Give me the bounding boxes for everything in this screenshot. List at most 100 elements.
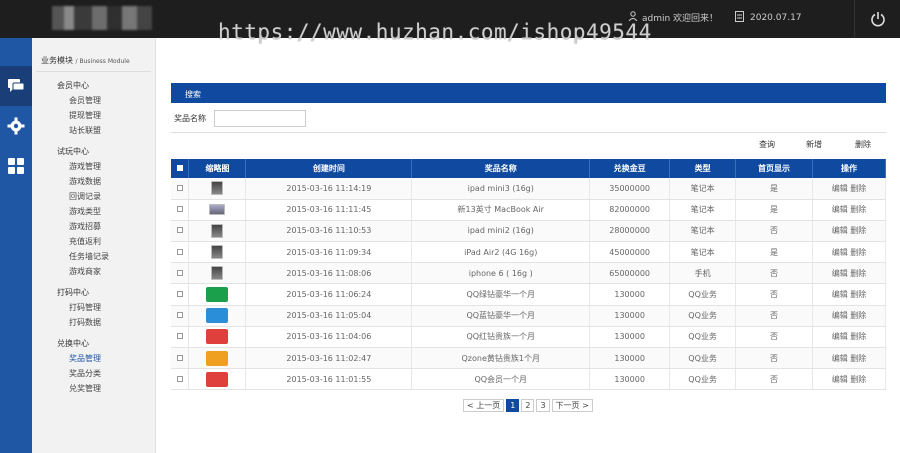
time-cell: 2015-03-16 11:06:24 (245, 283, 413, 306)
row-checkbox[interactable] (171, 368, 190, 391)
type-cell: 笔记本 (669, 178, 737, 200)
sidebar-item[interactable]: 游戏数据 (57, 174, 155, 189)
sidebar-item[interactable]: 回调记录 (57, 189, 155, 204)
type-cell: QQ业务 (669, 305, 737, 327)
type-cell: QQ业务 (669, 347, 737, 370)
action-cell[interactable]: 编辑 删除 (812, 305, 887, 327)
sidebar-item[interactable]: 奖品管理 (57, 351, 155, 366)
row-checkbox[interactable] (171, 262, 190, 285)
icon-bar (0, 38, 32, 453)
beans-cell: 65000000 (589, 262, 671, 285)
prev-page-button[interactable]: < 上一页 (463, 399, 505, 412)
nav-business-button[interactable] (0, 66, 32, 106)
action-cell[interactable]: 编辑 删除 (812, 368, 887, 391)
thumb-cell (188, 199, 247, 221)
grid-icon (8, 158, 24, 174)
row-checkbox[interactable] (171, 199, 190, 221)
watermark: https://www.huzhan.com/ishop49544 (218, 20, 652, 44)
select-all-checkbox[interactable] (171, 159, 190, 178)
table-row: 2015-03-16 11:01:55 QQ会员一个月 130000 QQ业务 … (171, 368, 887, 391)
name-cell: ipad mini2 (16g) (411, 220, 591, 243)
action-cell[interactable]: 编辑 删除 (812, 178, 887, 200)
sidebar-group-label[interactable]: 试玩中心 (57, 145, 155, 159)
nav-settings-button[interactable] (0, 106, 32, 146)
show-cell: 否 (735, 283, 813, 306)
sidebar-item[interactable]: 游戏商家 (57, 264, 155, 279)
sidebar-item[interactable]: 游戏管理 (57, 159, 155, 174)
thumbnail (211, 245, 224, 260)
sidebar-item[interactable]: 兑奖管理 (57, 381, 155, 396)
row-checkbox[interactable] (171, 220, 190, 243)
action-cell[interactable]: 编辑 删除 (812, 220, 887, 243)
row-checkbox[interactable] (171, 347, 190, 370)
beans-cell: 130000 (589, 326, 671, 349)
nav-apps-button[interactable] (0, 146, 32, 186)
sidebar-group-label[interactable]: 打码中心 (57, 286, 155, 300)
sidebar-item[interactable]: 任务墙记录 (57, 249, 155, 264)
time-cell: 2015-03-16 11:09:34 (245, 241, 413, 264)
prize-name-input[interactable] (214, 110, 306, 127)
header-show: 首页显示 (735, 159, 813, 178)
beans-cell: 130000 (589, 368, 671, 391)
name-cell: QQ蓝钻豪华一个月 (411, 305, 591, 327)
row-checkbox[interactable] (171, 326, 190, 349)
row-checkbox[interactable] (171, 178, 190, 200)
name-cell: Qzone黄钻贵族1个月 (411, 347, 591, 370)
show-cell: 是 (735, 178, 813, 200)
delete-button[interactable]: 删除 (855, 139, 871, 150)
sidebar-item[interactable]: 充值返利 (57, 234, 155, 249)
page-2[interactable]: 2 (521, 399, 535, 412)
type-cell: QQ业务 (669, 283, 737, 306)
sidebar-group: 会员中心 会员管理 提现管理 站长联盟 (32, 79, 155, 138)
row-checkbox[interactable] (171, 305, 190, 327)
thumb-cell (188, 283, 247, 306)
add-button[interactable]: 新增 (806, 139, 822, 150)
type-cell: QQ业务 (669, 326, 737, 349)
sidebar-item[interactable]: 打码管理 (57, 300, 155, 315)
query-button[interactable]: 查询 (759, 139, 775, 150)
action-cell[interactable]: 编辑 删除 (812, 347, 887, 370)
table-row: 2015-03-16 11:04:06 QQ红钻贵族一个月 130000 QQ业… (171, 326, 887, 349)
show-cell: 否 (735, 220, 813, 243)
page-1[interactable]: 1 (506, 399, 520, 412)
next-page-button[interactable]: 下一页 > (551, 399, 593, 412)
logout-button[interactable] (854, 0, 900, 38)
row-checkbox[interactable] (171, 241, 190, 264)
sidebar-item[interactable]: 提现管理 (57, 108, 155, 123)
thumb-cell (188, 241, 247, 264)
action-cell[interactable]: 编辑 删除 (812, 199, 887, 221)
header-beans: 兑换金豆 (589, 159, 671, 178)
gear-icon (7, 117, 25, 135)
prize-table: 缩略图 创建时间 奖品名称 兑换金豆 类型 首页显示 操作 2015-03-16… (171, 159, 887, 391)
action-cell[interactable]: 编辑 删除 (812, 283, 887, 306)
sidebar-group-label[interactable]: 会员中心 (57, 79, 155, 93)
sidebar-item[interactable]: 会员管理 (57, 93, 155, 108)
row-checkbox[interactable] (171, 283, 190, 306)
action-cell[interactable]: 编辑 删除 (812, 262, 887, 285)
sidebar-group: 兑换中心 奖品管理 奖品分类 兑奖管理 (32, 337, 155, 396)
table-row: 2015-03-16 11:11:45 新13英寸 MacBook Air 82… (171, 199, 887, 221)
search-panel-header: 搜索 (171, 83, 886, 103)
header-time: 创建时间 (245, 159, 413, 178)
sidebar-item[interactable]: 打码数据 (57, 315, 155, 330)
name-cell: 新13英寸 MacBook Air (411, 199, 591, 221)
header-type: 类型 (669, 159, 737, 178)
action-cell[interactable]: 编辑 删除 (812, 326, 887, 349)
beans-cell: 82000000 (589, 199, 671, 221)
date-info: 2020.07.17 (735, 11, 802, 25)
divider (171, 132, 886, 133)
sidebar-item[interactable]: 游戏招募 (57, 219, 155, 234)
time-cell: 2015-03-16 11:10:53 (245, 220, 413, 243)
pagination: < 上一页 1 2 3 下一页 > (463, 399, 593, 412)
sidebar-group-label[interactable]: 兑换中心 (57, 337, 155, 351)
sidebar-item[interactable]: 奖品分类 (57, 366, 155, 381)
beans-cell: 130000 (589, 283, 671, 306)
time-cell: 2015-03-16 11:11:45 (245, 199, 413, 221)
sidebar-item[interactable]: 站长联盟 (57, 123, 155, 138)
table-row: 2015-03-16 11:08:06 iphone 6 ( 16g ) 650… (171, 262, 887, 285)
page-3[interactable]: 3 (536, 399, 550, 412)
welcome-text: admin 欢迎回来！ (642, 14, 719, 24)
sidebar-item[interactable]: 游戏类型 (57, 204, 155, 219)
action-cell[interactable]: 编辑 删除 (812, 241, 887, 264)
table-row: 2015-03-16 11:14:19 ipad mini3 (16g) 350… (171, 178, 887, 200)
